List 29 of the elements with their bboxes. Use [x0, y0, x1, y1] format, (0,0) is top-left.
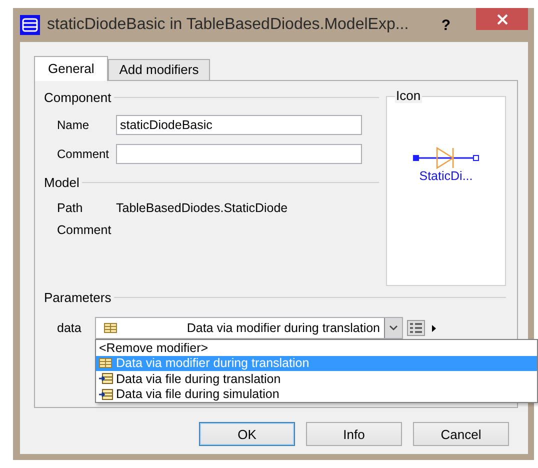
info-button[interactable]: Info [306, 422, 402, 446]
ok-button[interactable]: OK [199, 422, 295, 446]
app-icon [20, 15, 40, 35]
parameter-label: data [57, 321, 82, 335]
caret-right-icon[interactable] [432, 324, 436, 332]
comment-field[interactable] [116, 144, 362, 164]
row-label: Comment [57, 223, 112, 237]
group-title: Model [44, 174, 80, 190]
window-title: staticDiodeBasic in TableBasedDiodes.ModelExp... [47, 16, 410, 34]
list-icon[interactable] [407, 320, 425, 336]
group-title: Icon [395, 88, 422, 103]
table-icon [104, 323, 117, 333]
table-icon [99, 358, 112, 368]
diode-drawing [413, 147, 479, 169]
cancel-button[interactable]: Cancel [413, 422, 509, 446]
group-title: Parameters [44, 290, 112, 304]
group-title: Component [44, 90, 112, 104]
field-label: Comment [57, 146, 110, 160]
close-icon [496, 14, 508, 24]
icon-caption: StaticDi... [419, 169, 473, 183]
tab[interactable]: General [34, 56, 108, 81]
row-label: Path [57, 201, 84, 215]
field-label: Name [57, 118, 90, 132]
tab[interactable]: Add modifiers [108, 59, 210, 80]
help-button[interactable]: ? [435, 16, 457, 34]
close-button[interactable] [476, 8, 528, 30]
row-value: TableBasedDiodes.StaticDiode [116, 201, 288, 215]
chevron-down-icon [389, 325, 398, 331]
name-field[interactable]: staticDiodeBasic [116, 114, 362, 134]
